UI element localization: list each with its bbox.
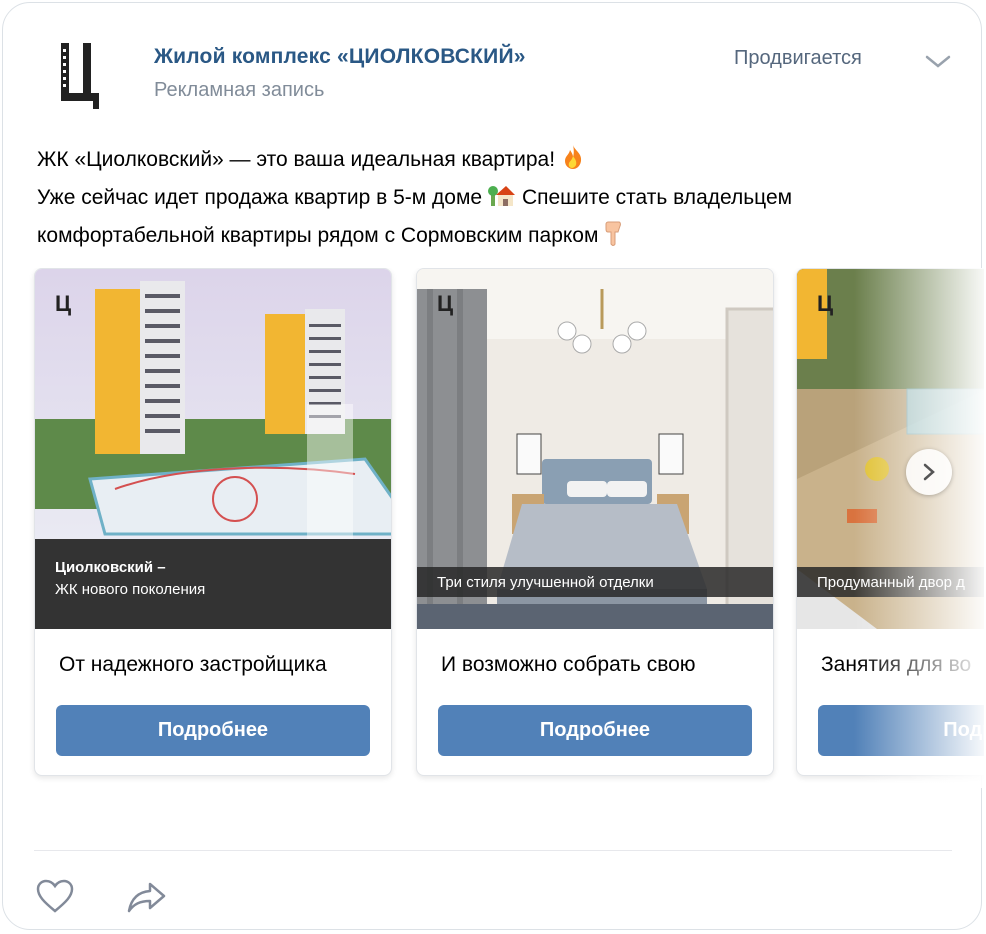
strip-text: Три стиля улучшенной отделки	[437, 574, 654, 591]
strip-text: Продуманный двор д	[817, 574, 965, 591]
corner-mark: Ц	[437, 291, 454, 316]
banner-subtitle: ЖК нового поколения	[55, 581, 206, 598]
carousel[interactable]: Ц Циолковский – ЖК нового поколения От н…	[0, 268, 984, 788]
post-text: ЖК «Циолковский» — это ваша идеальная кв…	[37, 143, 937, 257]
author-name[interactable]: Жилой комплекс «ЦИОЛКОВСКИЙ»	[154, 45, 526, 69]
fire-emoji-icon	[561, 144, 585, 181]
tsiolkovsky-logo-icon[interactable]	[57, 41, 103, 111]
banner-title: Циолковский –	[55, 559, 166, 576]
slide-caption: От надежного застройщика	[59, 653, 327, 676]
point-down-emoji-icon	[604, 220, 622, 257]
chevron-right-icon[interactable]	[906, 449, 952, 495]
house-emoji-icon	[488, 182, 516, 219]
corner-mark: Ц	[817, 291, 834, 316]
heart-icon[interactable]	[35, 878, 75, 914]
ad-label: Рекламная запись	[154, 79, 325, 101]
share-arrow-icon[interactable]	[126, 880, 168, 914]
carousel-slide[interactable]: Ц Продуманный двор д Занятия для во Подр…	[796, 268, 984, 776]
more-button[interactable]: Подробнее	[56, 705, 370, 756]
chevron-down-icon[interactable]	[924, 53, 952, 71]
more-button[interactable]: Подро	[818, 705, 984, 756]
more-button[interactable]: Подробнее	[438, 705, 752, 756]
promotion-status[interactable]: Продвигается	[734, 47, 862, 70]
post-text-line2b: Спешите стать владельцем	[521, 186, 793, 209]
corner-mark: Ц	[55, 291, 72, 316]
carousel-slide[interactable]: Ц Циолковский – ЖК нового поколения От н…	[34, 268, 392, 776]
post-text-line2: Уже сейчас идет продажа квартир в 5-м до…	[37, 186, 483, 209]
carousel-slide[interactable]: Ц Три стиля улучшенной отделки И возможн…	[416, 268, 774, 776]
slide-caption: Занятия для во	[821, 653, 972, 676]
post-text-line3: комфортабельной квартиры рядом с Сормовс…	[37, 224, 599, 247]
divider	[34, 850, 952, 851]
post-text-line1: ЖК «Циолковский» — это ваша идеальная кв…	[37, 148, 556, 171]
slide-caption: И возможно собрать свою	[441, 653, 696, 676]
